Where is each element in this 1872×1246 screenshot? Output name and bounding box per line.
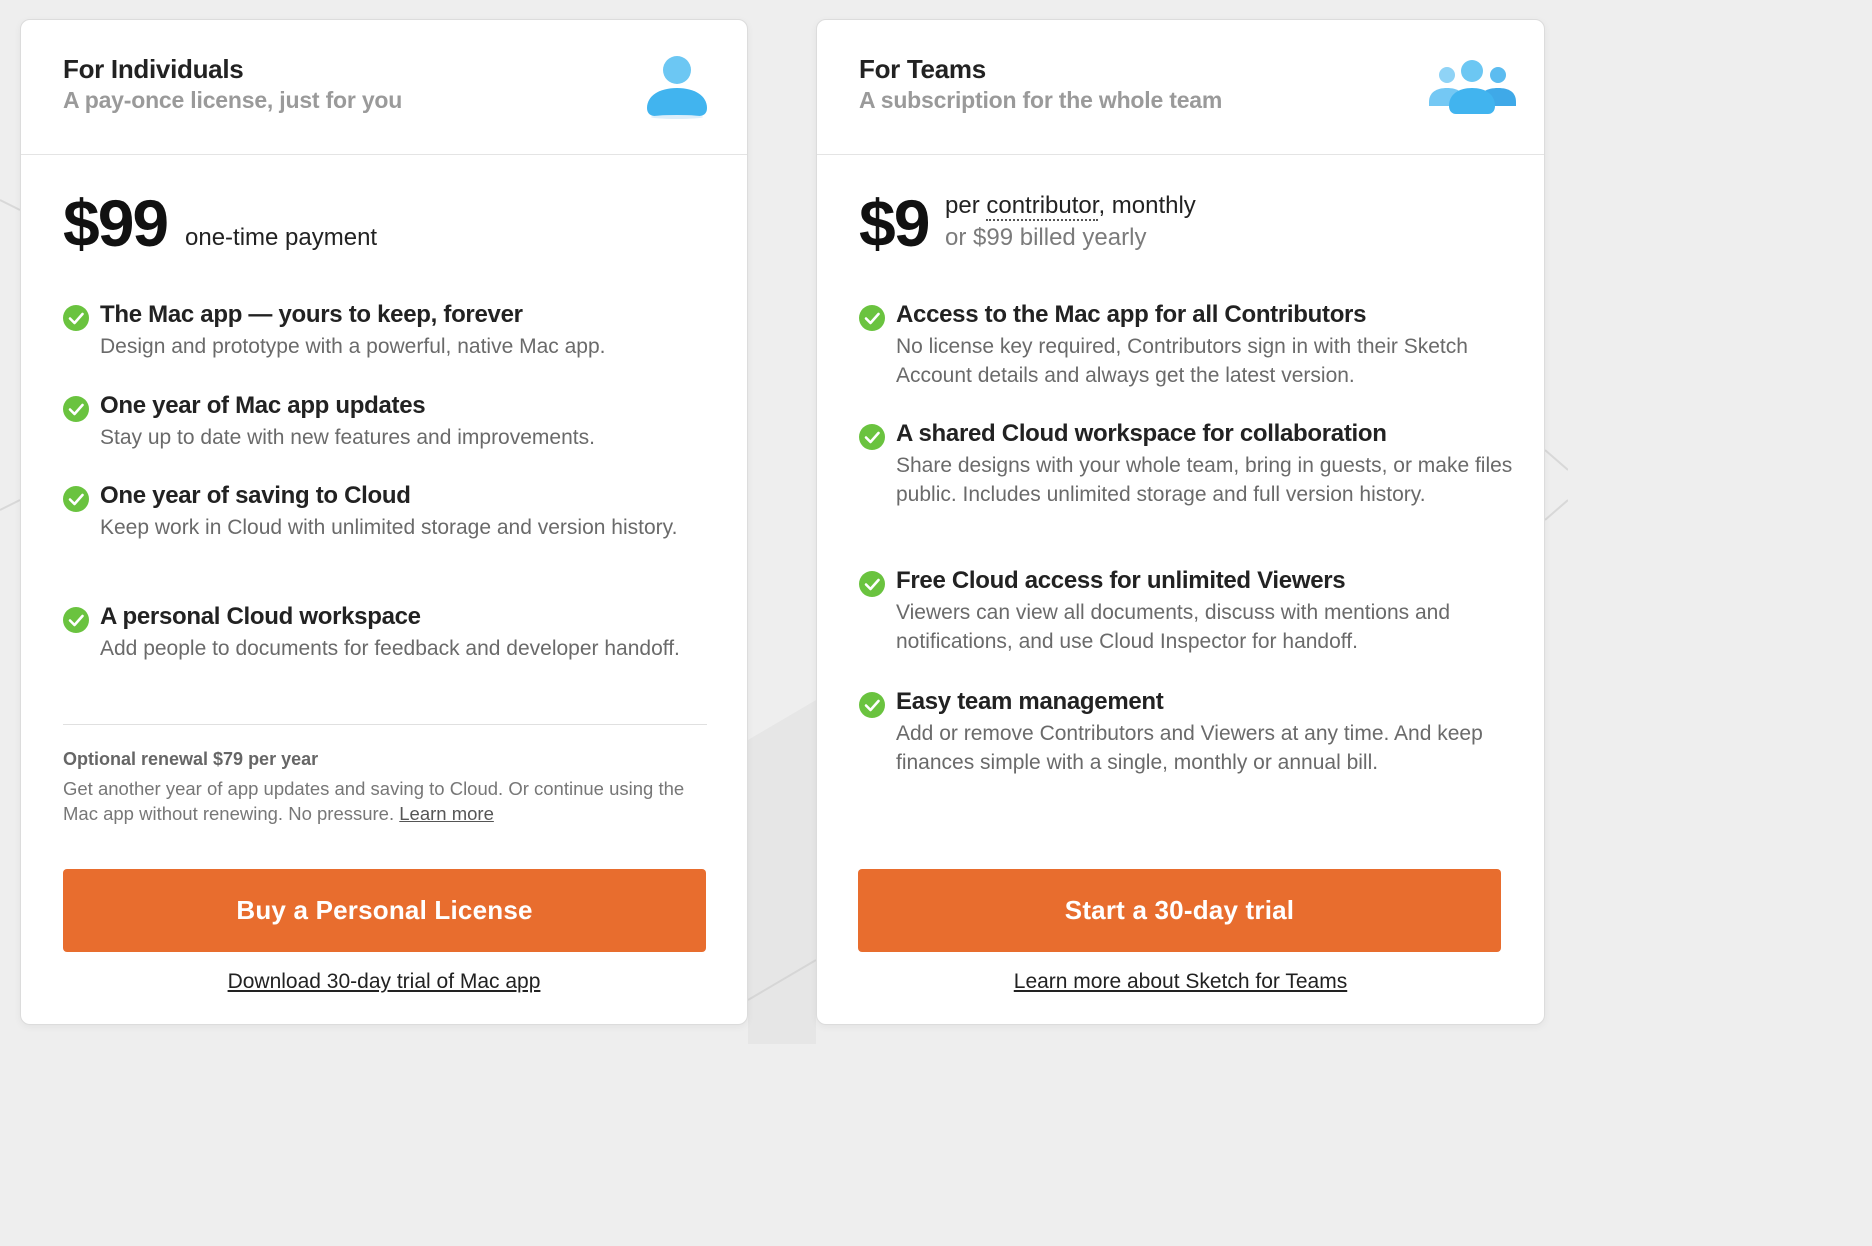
checkmark-icon (859, 692, 885, 718)
buy-personal-license-button[interactable]: Buy a Personal License (63, 869, 706, 952)
price-row: $99 one-time payment (63, 190, 723, 280)
checkmark-icon (859, 305, 885, 331)
price-amount: $99 (63, 186, 169, 260)
teams-plan-card: For Teams A subscription for the whole t… (816, 19, 1545, 1025)
team-icon (1429, 60, 1516, 114)
price-suffix: per contributor, monthly (945, 192, 1196, 221)
download-trial-link[interactable]: Download 30-day trial of Mac app (21, 970, 747, 994)
feature-title: One year of saving to Cloud (100, 482, 411, 509)
plan-subtitle: A subscription for the whole team (859, 87, 1223, 113)
divider (63, 724, 707, 725)
feature-description: Stay up to date with new features and im… (100, 426, 595, 449)
price-per: per (945, 192, 980, 219)
feature-description: Keep work in Cloud with unlimited storag… (100, 516, 678, 539)
feature-description: Viewers can view all documents, discuss … (896, 601, 1451, 653)
learn-more-teams-link[interactable]: Learn more about Sketch for Teams (817, 970, 1544, 994)
checkmark-icon (63, 396, 89, 422)
renewal-text: Get another year of app updates and savi… (63, 778, 685, 824)
card-header: For Teams A subscription for the whole t… (817, 20, 1544, 155)
feature-description: Share designs with your whole team, brin… (896, 454, 1513, 506)
feature-title: Access to the Mac app for all Contributo… (896, 301, 1367, 328)
feature-title: One year of Mac app updates (100, 392, 426, 419)
plan-subtitle: A pay-once license, just for you (63, 87, 403, 113)
learn-more-link[interactable]: Learn more (399, 803, 494, 824)
checkmark-icon (63, 486, 89, 512)
individuals-plan-card: For Individuals A pay-once license, just… (20, 19, 748, 1025)
plan-title: For Individuals (63, 54, 244, 84)
checkmark-icon (859, 571, 885, 597)
feature-title: A shared Cloud workspace for collaborati… (896, 420, 1387, 447)
feature-description: No license key required, Contributors si… (896, 335, 1468, 387)
price-amount: $9 (859, 186, 930, 260)
price-period: , monthly (1098, 192, 1196, 219)
price-yearly: or $99 billed yearly (945, 224, 1147, 251)
contributor-tooltip-link[interactable]: contributor (986, 192, 1099, 221)
checkmark-icon (859, 424, 885, 450)
feature-title: A personal Cloud workspace (100, 603, 421, 630)
card-header: For Individuals A pay-once license, just… (21, 20, 747, 155)
price-row: $9 per contributor, monthly or $99 bille… (859, 190, 1519, 280)
feature-description: Design and prototype with a powerful, na… (100, 335, 606, 358)
feature-description: Add people to documents for feedback and… (100, 637, 680, 660)
checkmark-icon (63, 607, 89, 633)
feature-title: Easy team management (896, 688, 1164, 715)
feature-description: Add or remove Contributors and Viewers a… (896, 722, 1483, 774)
feature-title: The Mac app — yours to keep, forever (100, 301, 523, 328)
person-icon (647, 56, 707, 119)
start-trial-button[interactable]: Start a 30-day trial (858, 869, 1501, 952)
feature-title: Free Cloud access for unlimited Viewers (896, 567, 1346, 594)
plan-title: For Teams (859, 54, 986, 84)
renewal-description: Get another year of app updates and savi… (63, 776, 713, 826)
renewal-title: Optional renewal $79 per year (63, 749, 319, 769)
price-suffix: one-time payment (185, 224, 378, 251)
checkmark-icon (63, 305, 89, 331)
